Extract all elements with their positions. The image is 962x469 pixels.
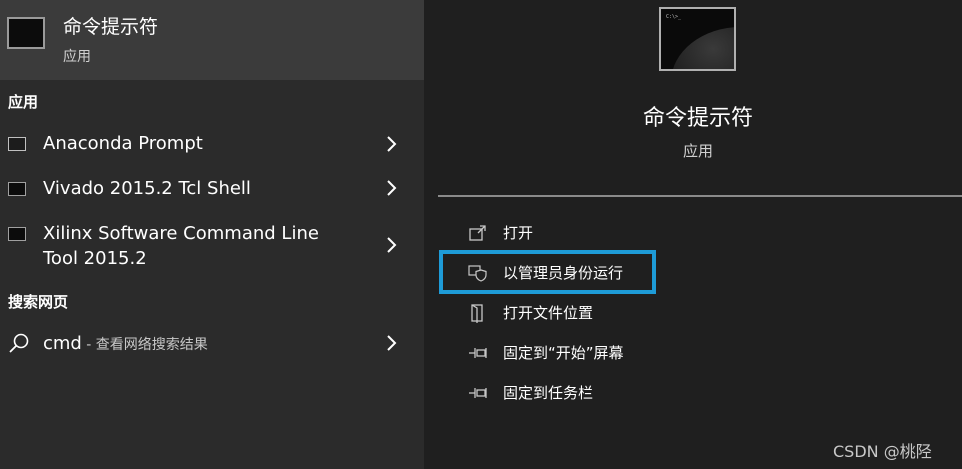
app-item-label-line2: Tool 2015.2 — [43, 248, 147, 269]
web-search-suffix: - 查看网络搜索结果 — [81, 337, 208, 353]
chevron-right-icon[interactable] — [383, 134, 399, 154]
action-pin-to-start[interactable]: 固定到“开始”屏幕 — [424, 339, 962, 367]
pin-icon — [469, 388, 487, 398]
app-item-label: Vivado 2015.2 Tcl Shell — [43, 178, 251, 199]
folder-icon — [471, 304, 483, 323]
pin-icon — [469, 348, 487, 358]
preview-title: 命令提示符 — [642, 106, 753, 131]
apps-section-header: 应用 — [8, 93, 39, 111]
terminal-icon — [8, 227, 26, 241]
details-panel: C:\>_ 命令提示符 应用 打开 以管理员身份运行 打开文件位置 固定到“开始… — [424, 0, 962, 469]
watermark: CSDN @桃陉 — [833, 442, 932, 461]
app-item-label: Anaconda Prompt — [43, 133, 203, 154]
results-panel: 命令提示符 应用 应用 Anaconda Prompt Vivado 2015.… — [0, 0, 424, 469]
action-label: 固定到任务栏 — [503, 384, 594, 402]
app-item-label-line1: Xilinx Software Command Line — [43, 223, 319, 244]
chevron-right-icon[interactable] — [383, 235, 399, 255]
search-icon — [9, 333, 29, 353]
app-item-anaconda-prompt[interactable]: Anaconda Prompt — [0, 130, 424, 158]
start-search-window: 命令提示符 应用 应用 Anaconda Prompt Vivado 2015.… — [0, 0, 962, 469]
best-match-title: 命令提示符 — [63, 16, 159, 38]
chevron-right-icon[interactable] — [383, 178, 399, 198]
action-open[interactable]: 打开 — [424, 219, 962, 247]
web-search-query: cmd — [43, 333, 82, 354]
action-open-file-location[interactable]: 打开文件位置 — [424, 299, 962, 327]
highlight-annotation-box — [439, 250, 656, 294]
terminal-icon — [8, 137, 26, 151]
action-label: 固定到“开始”屏幕 — [503, 344, 624, 362]
divider — [438, 195, 962, 197]
terminal-icon — [7, 17, 45, 49]
web-search-label[interactable]: cmd - 查看网络搜索结果 — [43, 331, 208, 358]
best-match-item[interactable]: 命令提示符 应用 — [0, 0, 424, 80]
terminal-glare — [671, 27, 734, 69]
app-item-vivado-tcl-shell[interactable]: Vivado 2015.2 Tcl Shell — [0, 175, 424, 203]
app-item-xilinx-sdk-tool[interactable]: Xilinx Software Command Line Tool 2015.2 — [0, 220, 424, 270]
terminal-icon — [8, 182, 26, 196]
open-icon — [469, 225, 486, 241]
action-pin-to-taskbar[interactable]: 固定到任务栏 — [424, 379, 962, 407]
app-preview-icon: C:\>_ — [659, 7, 736, 71]
terminal-prompt-glyph: C:\>_ — [666, 14, 682, 20]
best-match-subtitle: 应用 — [63, 49, 91, 65]
chevron-right-icon[interactable] — [383, 333, 399, 353]
action-label: 打开文件位置 — [503, 304, 594, 322]
preview-subtitle: 应用 — [682, 142, 713, 160]
web-section-header: 搜索网页 — [8, 293, 69, 311]
action-label: 打开 — [503, 224, 534, 242]
